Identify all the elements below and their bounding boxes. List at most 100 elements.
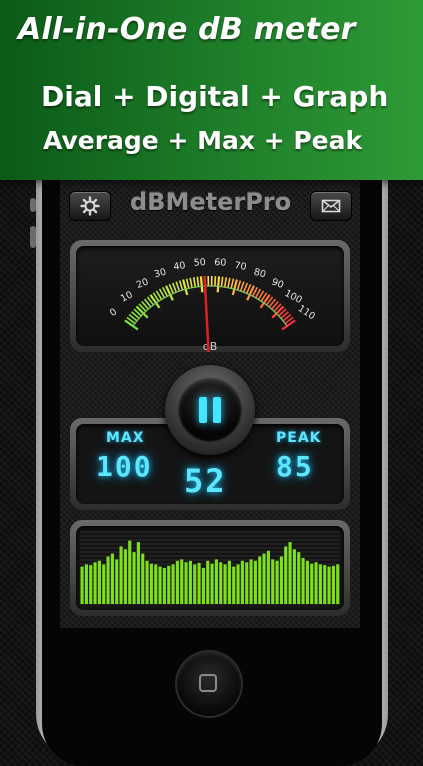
dial-minor-tick: [237, 281, 240, 291]
max-label: MAX: [106, 430, 145, 446]
share-email-button[interactable]: [310, 191, 352, 221]
graph-bar: [81, 567, 84, 604]
dial-arc: [133, 286, 287, 326]
dial-minor-tick: [190, 278, 192, 288]
level-graph: [70, 520, 350, 616]
graph-bar: [94, 562, 97, 604]
graph-bar: [310, 564, 313, 604]
graph-bar: [293, 549, 296, 604]
graph-bar: [206, 561, 209, 604]
analog-dial-panel: 0102030405060708090100110 dB: [70, 240, 350, 352]
peak-label: PEAK: [276, 430, 322, 446]
level-graph-panel: [70, 520, 350, 616]
graph-bar: [245, 562, 248, 604]
dial-major-tick: [166, 286, 173, 301]
graph-bar: [146, 561, 149, 604]
graph-bar: [189, 561, 192, 604]
pause-button[interactable]: [179, 379, 241, 441]
dial-minor-tick: [231, 279, 233, 289]
graph-bar: [267, 551, 270, 604]
dial-minor-tick: [221, 277, 222, 287]
graph-bar: [280, 556, 283, 604]
dial-minor-tick: [173, 283, 177, 292]
graph-bar: [211, 564, 214, 604]
dial-minor-tick: [225, 277, 227, 287]
dial-scale-label: 40: [173, 260, 187, 273]
banner-headline: All-in-One dB meter: [18, 12, 356, 47]
dial-scale-label: 110: [296, 303, 317, 322]
dial-scale-label: 70: [234, 260, 248, 273]
graph-bar: [167, 566, 170, 604]
graph-bar: [176, 561, 179, 604]
graph-bar: [115, 559, 118, 604]
dial-major-tick: [201, 276, 202, 292]
graph-bar: [276, 561, 279, 604]
dial-major-tick: [247, 286, 254, 301]
graph-bar: [124, 549, 127, 604]
dial-scale-label: 60: [214, 257, 227, 269]
graph-bar: [120, 546, 123, 604]
pause-button-ring: [165, 365, 255, 455]
dial-major-tick: [218, 276, 219, 292]
settings-button[interactable]: [69, 191, 111, 221]
dial-scale-label: 30: [153, 267, 168, 281]
graph-bar: [107, 556, 110, 604]
graph-bar: [302, 558, 305, 604]
graph-bar: [180, 559, 183, 604]
dial-scale-label: 20: [135, 277, 150, 292]
promo-banner: All-in-One dB meter Dial + Digital + Gra…: [0, 0, 423, 180]
dial-minor-tick: [187, 279, 189, 289]
graph-bar: [163, 568, 166, 604]
graph-bar: [128, 541, 131, 604]
app-screen: dBMeterPro 0102030405060708090100110 dB …: [60, 180, 360, 628]
dial-scale-label: 10: [119, 289, 135, 304]
app-title: dBMeterPro: [130, 188, 290, 216]
graph-bar: [263, 554, 266, 604]
graph-bar: [102, 564, 105, 604]
graph-bar: [159, 567, 162, 604]
graph-bar: [232, 567, 235, 604]
graph-bar: [224, 564, 227, 604]
graph-bar: [323, 565, 326, 604]
dial-minor-tick: [228, 278, 230, 288]
graph-bar: [336, 564, 339, 604]
graph-bar: [141, 554, 144, 604]
dial-minor-tick: [180, 281, 183, 291]
graph-bar: [111, 554, 114, 604]
pause-icon: [199, 397, 207, 423]
dial-minor-tick: [194, 277, 196, 287]
max-value: 100: [96, 450, 153, 483]
graph-bar: [89, 565, 92, 604]
graph-bar: [289, 542, 292, 604]
dial-scale-label: 50: [193, 257, 206, 269]
dial-scale-label: 0: [108, 306, 119, 319]
graph-bar: [202, 568, 205, 604]
dial-scale-label: 80: [252, 267, 267, 281]
dial-unit-label: dB: [203, 340, 218, 352]
graph-bar: [306, 561, 309, 604]
graph-bar: [332, 566, 335, 604]
dial-minor-tick: [215, 276, 216, 286]
graph-bar: [85, 564, 88, 604]
graph-bar: [250, 559, 253, 604]
graph-bar: [297, 552, 300, 604]
app-toolbar: dBMeterPro: [60, 180, 360, 230]
pause-icon: [213, 397, 221, 423]
current-db-value: 52: [184, 462, 227, 500]
home-button[interactable]: [177, 652, 241, 716]
graph-bar: [241, 561, 244, 604]
graph-bar: [254, 561, 257, 604]
graph-bar: [315, 562, 318, 604]
graph-bar: [228, 561, 231, 604]
home-square-icon: [199, 674, 217, 692]
graph-bar: [185, 562, 188, 604]
graph-bar: [98, 561, 101, 604]
dial-minor-tick: [176, 282, 179, 291]
peak-value: 85: [276, 450, 314, 483]
envelope-icon: [321, 196, 341, 216]
gear-icon: [80, 196, 100, 216]
graph-bar: [198, 563, 201, 604]
dial-scale-label: 90: [270, 277, 285, 292]
graph-bar: [284, 546, 287, 604]
dial-minor-tick: [244, 283, 248, 292]
